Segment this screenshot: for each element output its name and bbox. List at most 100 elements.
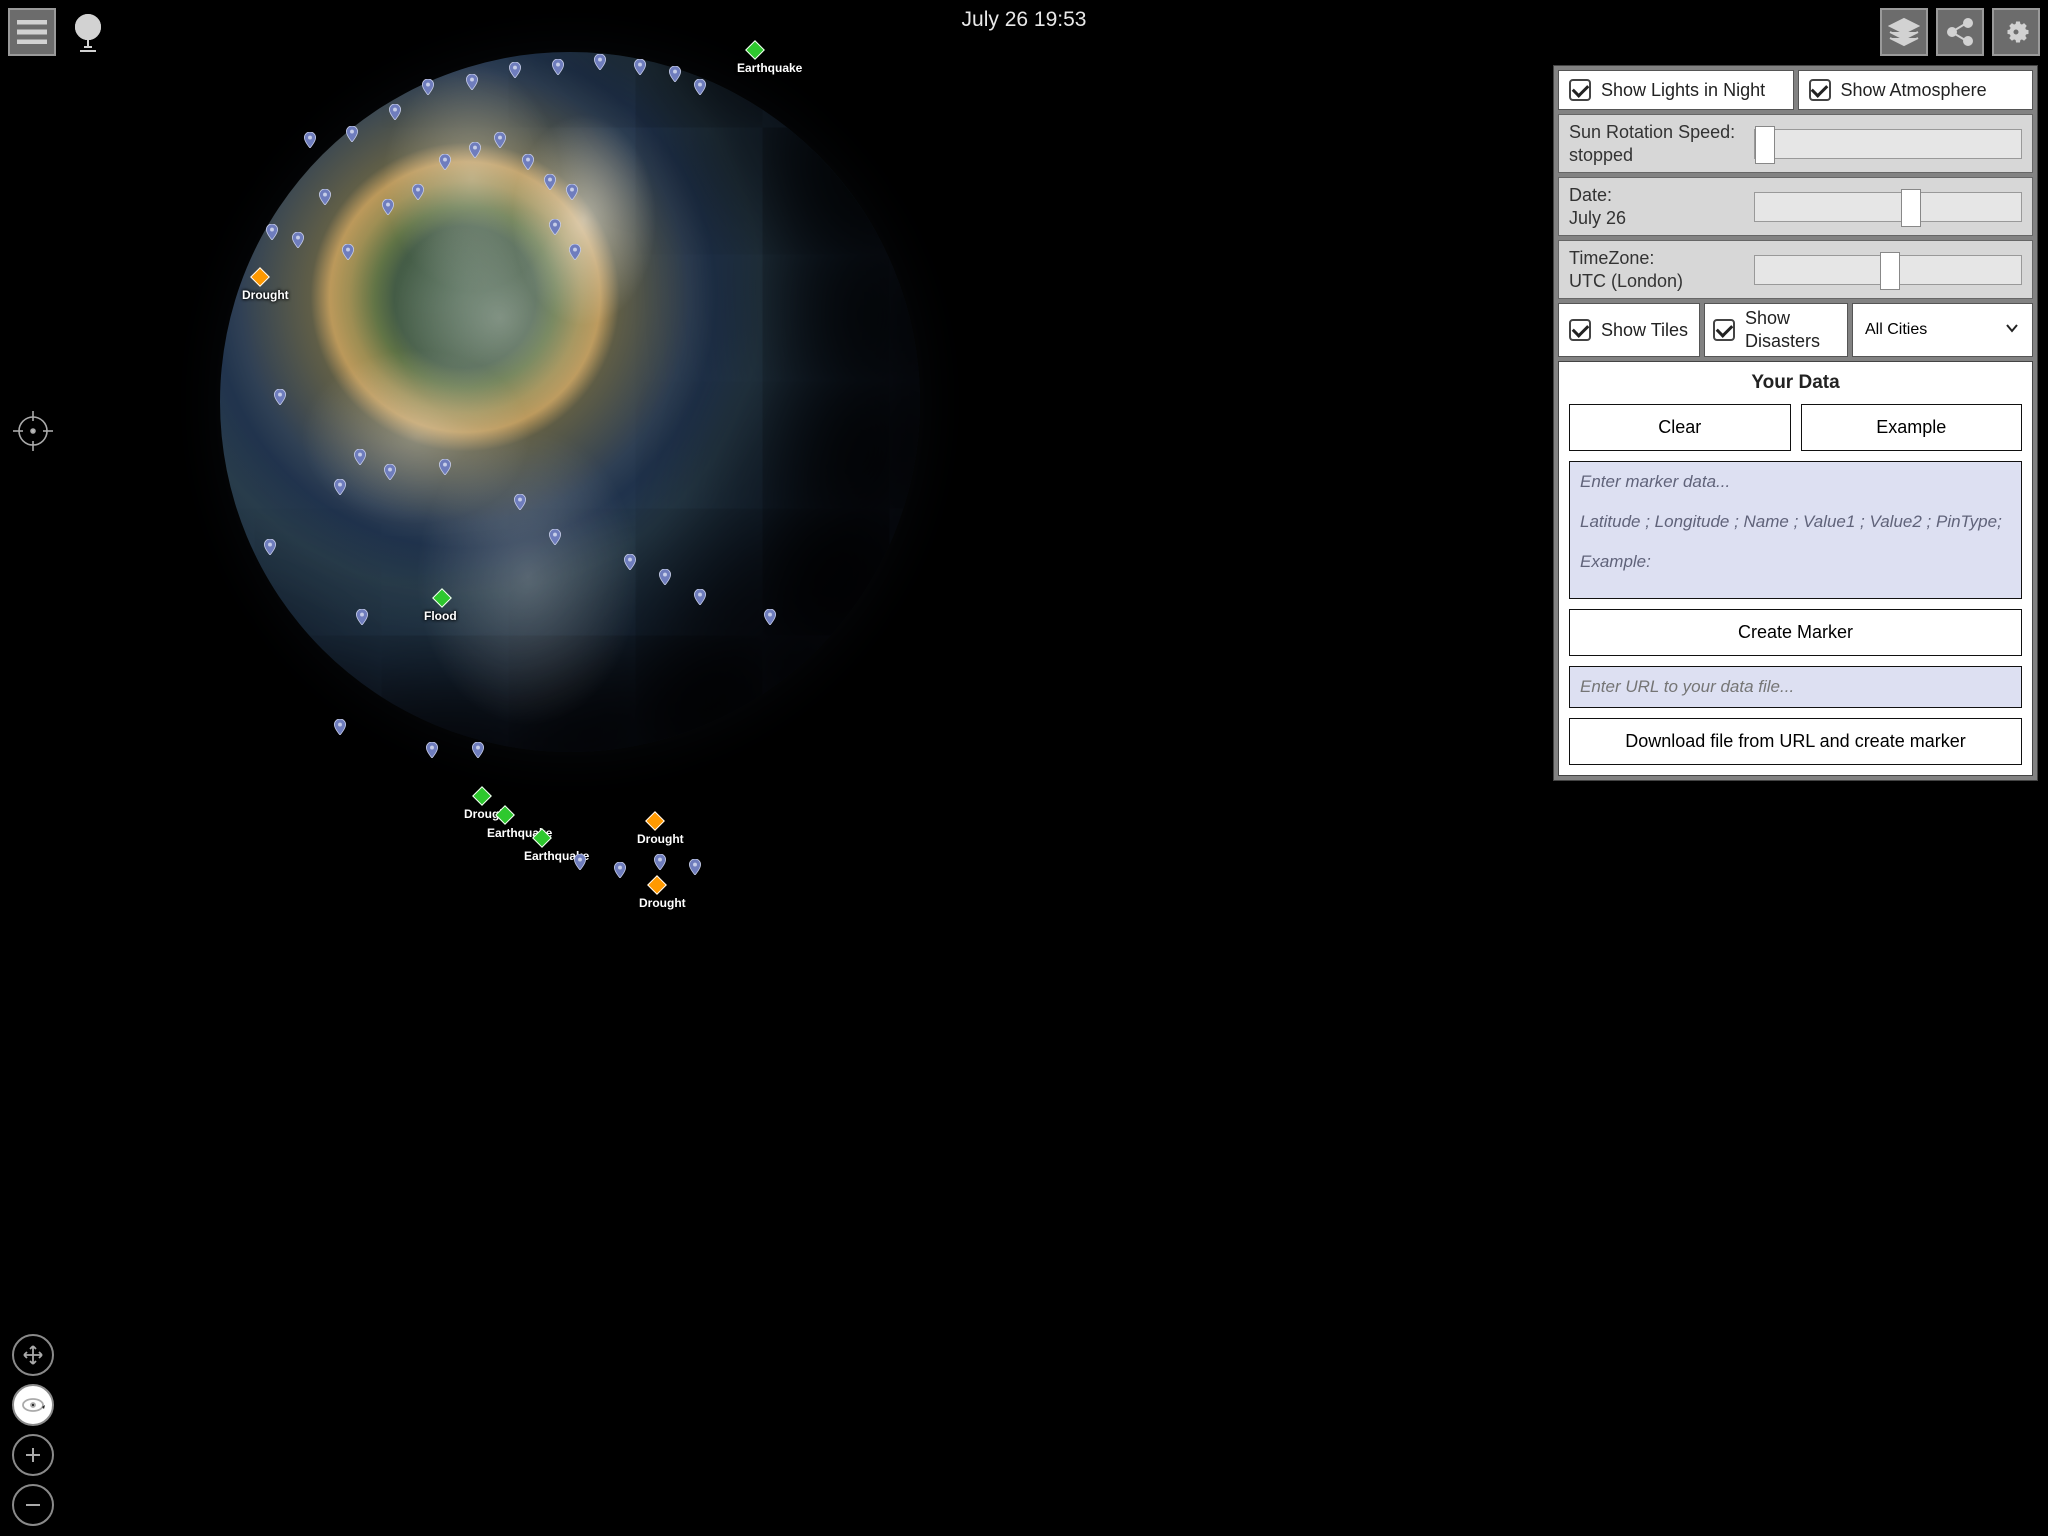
city-pin[interactable] — [564, 184, 580, 200]
clear-button[interactable]: Clear — [1569, 404, 1791, 451]
top-bar: July 26 19:53 — [8, 8, 2040, 56]
city-pin[interactable] — [470, 742, 486, 758]
city-pin[interactable] — [507, 62, 523, 78]
disasters-checkbox[interactable] — [1713, 319, 1735, 341]
city-pin[interactable] — [632, 59, 648, 75]
city-pin[interactable] — [547, 529, 563, 545]
slider-thumb[interactable] — [1755, 126, 1775, 164]
city-pin[interactable] — [317, 189, 333, 205]
disaster-pin[interactable] — [748, 43, 762, 57]
diamond-icon — [432, 588, 452, 608]
city-pin[interactable] — [667, 66, 683, 82]
city-pin[interactable] — [692, 589, 708, 605]
city-pin[interactable] — [424, 742, 440, 758]
city-pin[interactable] — [512, 494, 528, 510]
city-pin[interactable] — [387, 104, 403, 120]
city-pin[interactable] — [332, 719, 348, 735]
city-pin[interactable] — [272, 389, 288, 405]
city-pin[interactable] — [302, 132, 318, 148]
city-pin[interactable] — [464, 74, 480, 90]
city-pin[interactable] — [437, 459, 453, 475]
pan-mode-button[interactable] — [12, 1334, 54, 1376]
sun-speed-value: stopped — [1569, 144, 1744, 167]
diamond-icon — [250, 267, 270, 287]
city-pin[interactable] — [520, 154, 536, 170]
sun-speed-slider[interactable] — [1754, 129, 2022, 159]
disaster-label: Earthquake — [737, 61, 802, 75]
city-pin[interactable] — [572, 854, 588, 870]
disaster-label: Drought — [639, 896, 686, 910]
disaster-pin[interactable] — [535, 831, 549, 845]
disasters-label-line2: Disasters — [1745, 331, 1820, 352]
date-value: July 26 — [1569, 207, 1744, 230]
city-pin[interactable] — [467, 142, 483, 158]
cities-select-value: All Cities — [1865, 321, 1927, 339]
timezone-slider[interactable] — [1754, 255, 2022, 285]
clock-display: July 26 19:53 — [962, 8, 1087, 32]
download-create-button[interactable]: Download file from URL and create marker — [1569, 718, 2022, 765]
create-marker-button[interactable]: Create Marker — [1569, 609, 2022, 656]
zoom-in-button[interactable] — [12, 1434, 54, 1476]
disaster-pin[interactable] — [498, 808, 512, 822]
city-pin[interactable] — [612, 862, 628, 878]
tiles-checkbox[interactable] — [1569, 319, 1591, 341]
city-pin[interactable] — [352, 449, 368, 465]
city-pin[interactable] — [264, 224, 280, 240]
city-pin[interactable] — [657, 569, 673, 585]
example-button[interactable]: Example — [1801, 404, 2023, 451]
city-pin[interactable] — [354, 609, 370, 625]
city-pin[interactable] — [344, 126, 360, 142]
toggle-atmosphere-row: Show Atmosphere — [1798, 70, 2034, 110]
disaster-pin[interactable] — [648, 814, 662, 828]
globe-mode-button[interactable] — [64, 8, 112, 56]
city-pin[interactable] — [332, 479, 348, 495]
rotate-mode-button[interactable] — [12, 1384, 54, 1426]
settings-button[interactable] — [1992, 8, 2040, 56]
city-pin[interactable] — [262, 539, 278, 555]
city-pin[interactable] — [652, 854, 668, 870]
earth-globe[interactable] — [220, 52, 920, 752]
slider-thumb[interactable] — [1901, 189, 1921, 227]
city-pin[interactable] — [592, 54, 608, 70]
lights-checkbox[interactable] — [1569, 79, 1591, 101]
city-pin[interactable] — [762, 609, 778, 625]
disaster-pin[interactable] — [435, 591, 449, 605]
disaster-pin[interactable] — [253, 270, 267, 284]
city-pin[interactable] — [340, 244, 356, 260]
city-pin[interactable] — [420, 79, 436, 95]
atmosphere-checkbox[interactable] — [1809, 79, 1831, 101]
layers-button[interactable] — [1880, 8, 1928, 56]
city-pin[interactable] — [687, 859, 703, 875]
date-row: Date: July 26 — [1558, 177, 2033, 236]
share-button[interactable] — [1936, 8, 1984, 56]
menu-button[interactable] — [8, 8, 56, 56]
city-pin[interactable] — [382, 464, 398, 480]
toggle-lights-row: Show Lights in Night — [1558, 70, 1794, 110]
data-url-input[interactable] — [1569, 666, 2022, 708]
cities-select[interactable]: All Cities — [1852, 303, 2033, 357]
disaster-pin[interactable] — [650, 878, 664, 892]
date-label: Date: — [1569, 184, 1744, 207]
city-pin[interactable] — [492, 132, 508, 148]
crosshair-button[interactable] — [12, 410, 54, 452]
city-pin[interactable] — [542, 174, 558, 190]
zoom-out-button[interactable] — [12, 1484, 54, 1526]
city-pin[interactable] — [410, 184, 426, 200]
city-pin[interactable] — [380, 199, 396, 215]
date-slider[interactable] — [1754, 192, 2022, 222]
disaster-pin[interactable] — [475, 789, 489, 803]
marker-data-textarea[interactable]: Enter marker data... Latitude ; Longitud… — [1569, 461, 2022, 599]
slider-thumb[interactable] — [1880, 252, 1900, 290]
disaster-label: Drought — [637, 832, 684, 846]
disasters-label-line1: Show — [1745, 308, 1820, 329]
sun-speed-row: Sun Rotation Speed: stopped — [1558, 114, 2033, 173]
city-pin[interactable] — [550, 59, 566, 75]
city-pin[interactable] — [622, 554, 638, 570]
city-pin[interactable] — [290, 232, 306, 248]
city-pin[interactable] — [437, 154, 453, 170]
city-pin[interactable] — [692, 79, 708, 95]
disaster-label: Drought — [242, 288, 289, 302]
city-pin[interactable] — [547, 219, 563, 235]
city-pin[interactable] — [567, 244, 583, 260]
atmosphere-label: Show Atmosphere — [1841, 80, 1987, 101]
